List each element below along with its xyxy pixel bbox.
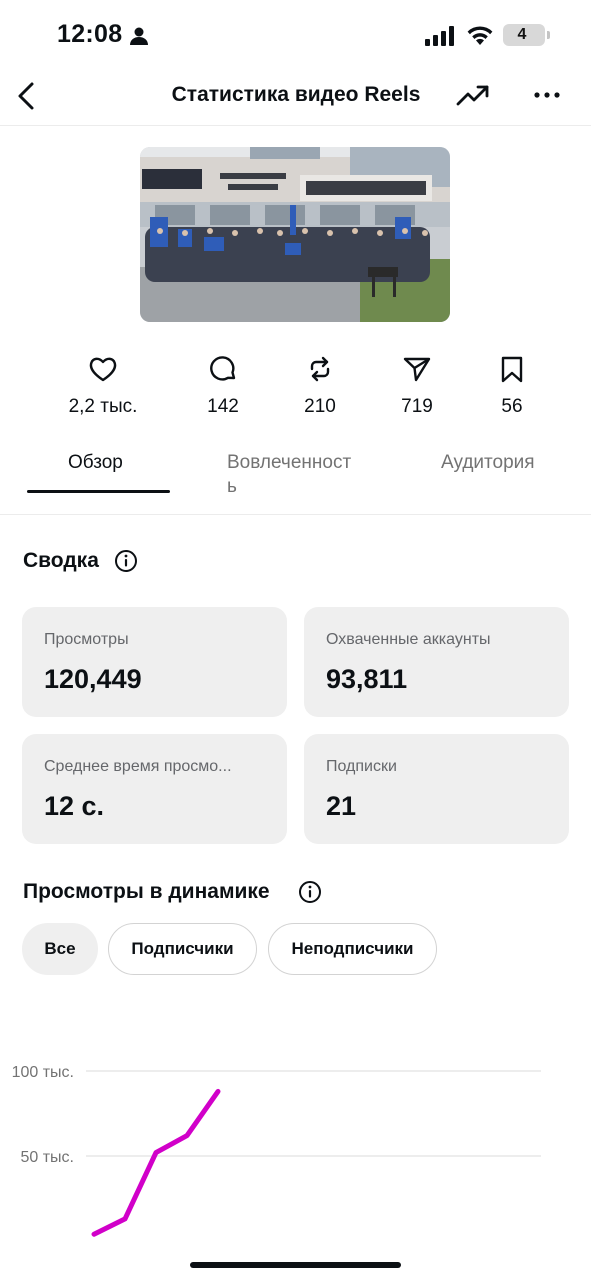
views-series-line [91, 1088, 221, 1237]
views-dynamics-title: Просмотры в динамике [23, 880, 270, 903]
status-bar: 12:08 4 [0, 0, 591, 70]
comments-count: 142 [207, 396, 239, 417]
likes-metric: 2,2 тыс. [48, 355, 158, 418]
follows-value: 21 [326, 791, 357, 821]
comments-metric: 142 [168, 355, 278, 418]
saves-count: 56 [501, 396, 523, 417]
reposts-count: 210 [304, 396, 336, 417]
shares-count: 719 [401, 396, 433, 417]
home-indicator[interactable] [190, 1262, 401, 1268]
share-icon [362, 355, 472, 383]
wifi-icon [465, 24, 495, 51]
views-chart-svg: 100 тыс. 50 тыс. [12, 1064, 541, 1237]
tab-overview[interactable]: Обзор [68, 452, 123, 474]
y-tick-label: 50 тыс. [20, 1149, 74, 1166]
shares-metric: 719 [362, 355, 472, 418]
views-chart: 100 тыс. 50 тыс. [0, 1040, 591, 1240]
tab-engagement[interactable]: Вовлеченност ь [227, 451, 377, 499]
avg-watch-time-label: Среднее время просмо... [44, 758, 232, 775]
y-tick-label: 100 тыс. [12, 1064, 74, 1081]
follows-label: Подписки [326, 758, 397, 775]
person-icon [129, 26, 149, 51]
active-tab-indicator [27, 490, 170, 493]
filter-non-followers-chip[interactable]: Неподписчики [268, 923, 437, 975]
info-icon[interactable] [298, 880, 322, 909]
views-label: Просмотры [44, 631, 129, 648]
filter-followers-chip[interactable]: Подписчики [108, 923, 257, 975]
interaction-metrics: 2,2 тыс. 142 210 719 56 [0, 355, 591, 425]
cellular-signal-icon [425, 26, 457, 51]
saves-metric: 56 [457, 355, 567, 418]
status-time: 12:08 [57, 20, 123, 48]
repost-icon [265, 355, 375, 383]
likes-count: 2,2 тыс. [68, 396, 138, 417]
accounts-reached-label: Охваченные аккаунты [326, 631, 491, 648]
views-card[interactable]: Просмотры 120,449 [22, 607, 287, 717]
filter-all-chip[interactable]: Все [22, 923, 98, 975]
info-icon[interactable] [114, 549, 138, 578]
bookmark-icon [457, 355, 567, 383]
accounts-reached-card[interactable]: Охваченные аккаунты 93,811 [304, 607, 569, 717]
heart-icon [48, 355, 158, 383]
views-value: 120,449 [44, 664, 142, 694]
battery-icon: 4 [503, 24, 550, 46]
page-title: Статистика видео Reels [171, 83, 421, 106]
reel-thumbnail[interactable] [140, 147, 450, 322]
battery-level: 4 [517, 26, 527, 43]
trending-up-icon[interactable] [456, 82, 490, 108]
reposts-metric: 210 [265, 355, 375, 418]
comment-icon [168, 355, 278, 383]
avg-watch-time-card[interactable]: Среднее время просмо... 12 с. [22, 734, 287, 844]
summary-title: Сводка [23, 549, 99, 572]
follows-card[interactable]: Подписки 21 [304, 734, 569, 844]
back-arrow-icon[interactable] [12, 78, 44, 114]
header: Статистика видео Reels [0, 70, 591, 126]
tabs: Обзор Вовлеченност ь Аудитория [0, 450, 591, 515]
accounts-reached-value: 93,811 [326, 664, 408, 694]
avg-watch-time-value: 12 с. [44, 791, 105, 821]
more-dots-icon[interactable] [530, 82, 564, 108]
tab-audience[interactable]: Аудитория [441, 452, 535, 474]
